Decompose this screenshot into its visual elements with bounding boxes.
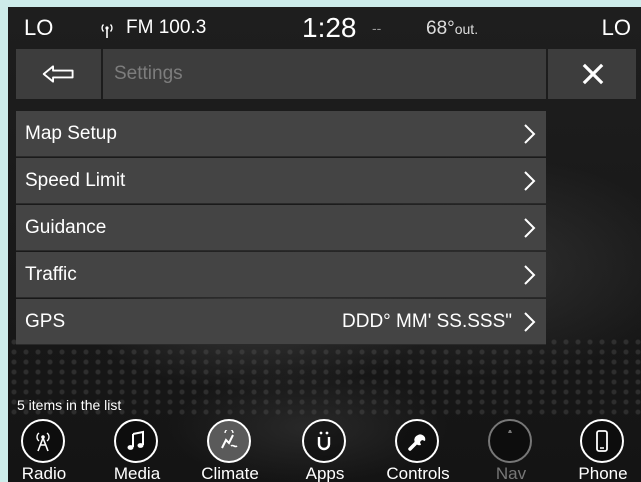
music-note-icon — [127, 430, 144, 450]
list-item-gps[interactable]: GPS DDD° MM' SS.SSS" — [16, 299, 546, 345]
page-title-bar: Settings — [103, 49, 546, 99]
nav-icon-ring — [488, 419, 532, 463]
outside-temperature: 68°out. — [426, 18, 478, 40]
clock-suffix: -- — [372, 20, 382, 36]
nav-icon-ring — [114, 419, 158, 463]
nav-media[interactable]: Media — [99, 415, 175, 482]
nav-icon-ring — [395, 419, 439, 463]
chevron-right-icon — [524, 265, 536, 285]
nav-icon-ring — [302, 419, 346, 463]
close-button[interactable] — [548, 49, 636, 99]
nav-icon-ring — [21, 419, 65, 463]
nav-icon-ring — [580, 419, 624, 463]
chevron-right-icon — [524, 218, 536, 238]
temperature-value: 68° — [426, 18, 455, 39]
nav-label: Nav — [495, 464, 527, 482]
nav-label: Media — [113, 464, 161, 482]
back-arrow-icon — [42, 65, 74, 83]
list-item-map-setup[interactable]: Map Setup — [16, 111, 546, 157]
phone-icon — [596, 430, 608, 452]
list-item-label: Map Setup — [25, 123, 117, 144]
nav-apps[interactable]: Apps — [287, 415, 363, 482]
status-bar: LO FM 100.3 1:28 -- 68°out. LO — [8, 7, 641, 49]
radio-signal-icon — [101, 24, 113, 38]
nav-phone[interactable]: Phone — [565, 415, 641, 482]
list-item-label: GPS — [25, 311, 66, 332]
list-item-guidance[interactable]: Guidance — [16, 205, 546, 251]
compass-icon — [508, 430, 512, 433]
list-item-label: Traffic — [25, 264, 77, 285]
radio-tower-icon — [36, 432, 50, 452]
nav-climate[interactable]: Climate — [192, 415, 268, 482]
chevron-right-icon — [524, 124, 536, 144]
radio-station[interactable]: FM 100.3 — [126, 17, 206, 39]
nav-label: Climate — [201, 464, 259, 482]
nav-nav[interactable]: Nav — [473, 415, 549, 482]
list-count: 5 items in the list — [17, 397, 122, 413]
nav-label: Apps — [305, 464, 345, 482]
list-item-label: Guidance — [25, 217, 107, 238]
nav-label: Radio — [21, 464, 67, 482]
list-item-label: Speed Limit — [25, 170, 126, 191]
nav-radio[interactable]: Radio — [8, 415, 82, 482]
close-icon — [582, 63, 604, 85]
climate-icon — [221, 430, 238, 449]
wrench-icon — [408, 434, 426, 451]
chevron-right-icon — [524, 312, 536, 332]
temperature-suffix: out. — [454, 21, 479, 37]
climate-zone-left[interactable]: LO — [24, 15, 53, 41]
gps-coordinate-format: DDD° MM' SS.SSS" — [342, 311, 512, 332]
climate-zone-right[interactable]: LO — [602, 15, 631, 41]
back-button[interactable] — [16, 49, 101, 99]
nav-icon-ring — [207, 419, 251, 463]
page-title: Settings — [114, 63, 183, 84]
head-unit-screen: LO FM 100.3 1:28 -- 68°out. LO Settings … — [8, 7, 641, 482]
chevron-right-icon — [524, 171, 536, 191]
nav-label: Phone — [578, 464, 628, 482]
list-item-traffic[interactable]: Traffic — [16, 252, 546, 298]
list-item-speed-limit[interactable]: Speed Limit — [16, 158, 546, 204]
apps-icon — [317, 431, 331, 451]
nav-label: Controls — [386, 464, 450, 482]
clock: 1:28 — [302, 12, 357, 43]
nav-controls[interactable]: Controls — [380, 415, 456, 482]
